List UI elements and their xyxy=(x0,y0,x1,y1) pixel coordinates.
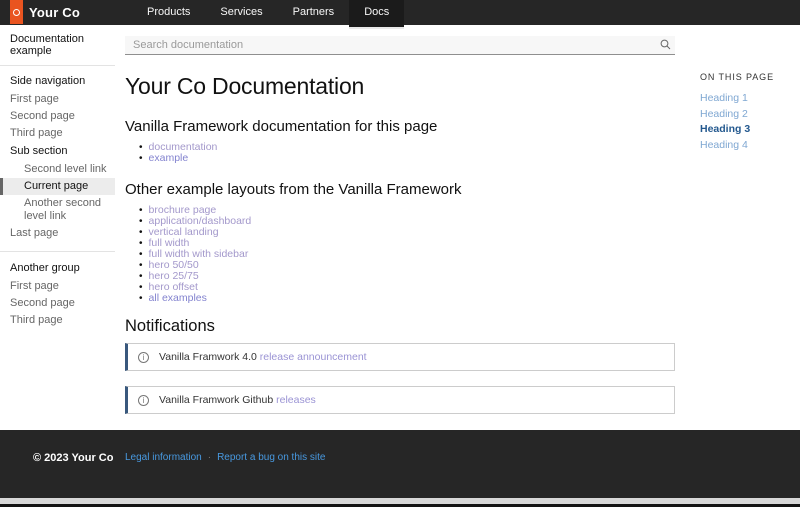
list-item: vertical landing xyxy=(139,227,675,238)
sidebar-item-first-page-2[interactable]: First page xyxy=(0,278,115,295)
section-heading-docs: Vanilla Framework documentation for this… xyxy=(125,119,675,135)
notification-text: Vanilla Framwork Github releases xyxy=(159,394,316,406)
info-icon: i xyxy=(138,352,149,363)
list-item: Heading 2 xyxy=(700,107,800,123)
nav-item-docs[interactable]: Docs xyxy=(349,0,404,29)
list-item: Heading 3 xyxy=(700,122,800,138)
main-content: Your Co Documentation Vanilla Framework … xyxy=(125,65,675,430)
toc-link-heading-1[interactable]: Heading 1 xyxy=(700,92,748,104)
section-heading-layouts: Other example layouts from the Vanilla F… xyxy=(125,182,675,198)
content-area: Side navigation First page Second page T… xyxy=(0,65,800,430)
link-release-announcement[interactable]: release announcement xyxy=(260,351,367,363)
list-item: application/dashboard xyxy=(139,216,675,227)
sidebar-item-second-page-2[interactable]: Second page xyxy=(0,295,115,312)
notification-release: i Vanilla Framwork 4.0 release announcem… xyxy=(125,343,675,371)
sidebar-item-first-page[interactable]: First page xyxy=(0,91,115,108)
sidebar-divider xyxy=(0,251,115,252)
brand-name[interactable]: Your Co xyxy=(29,5,80,20)
notification-label: Vanilla Framwork Github xyxy=(159,394,273,406)
notification-text: Vanilla Framwork 4.0 release announcemen… xyxy=(159,351,367,363)
nav-item-partners[interactable]: Partners xyxy=(278,0,350,25)
search-icon[interactable] xyxy=(655,39,675,50)
page-title: Your Co Documentation xyxy=(125,73,675,99)
toc-link-heading-2[interactable]: Heading 2 xyxy=(700,108,748,120)
toc-link-heading-3[interactable]: Heading 3 xyxy=(700,123,750,135)
list-item: full width with sidebar xyxy=(139,249,675,260)
side-navigation: Side navigation First page Second page T… xyxy=(0,65,115,430)
notification-github: i Vanilla Framwork Github releases xyxy=(125,386,675,414)
sidebar-group-heading-2: Another group xyxy=(0,259,115,278)
list-item: hero offset xyxy=(139,282,675,293)
sidebar-subsection-heading: Sub section xyxy=(0,142,115,161)
list-item: all examples xyxy=(139,293,675,304)
footer-separator: · xyxy=(208,452,211,463)
docs-link-list: documentation example xyxy=(139,142,675,164)
link-legal-information[interactable]: Legal information xyxy=(125,452,202,463)
nav-item-products[interactable]: Products xyxy=(132,0,205,25)
link-report-a-bug[interactable]: Report a bug on this site xyxy=(217,452,325,463)
subheader: Documentation example xyxy=(0,25,800,65)
sidebar-item-second-level-link[interactable]: Second level link xyxy=(0,161,115,178)
search-box xyxy=(125,36,675,55)
sidebar-item-third-page-2[interactable]: Third page xyxy=(0,312,115,329)
info-icon: i xyxy=(138,395,149,406)
top-navbar: Your Co Products Services Partners Docs xyxy=(0,0,800,25)
toc-heading: ON THIS PAGE xyxy=(700,72,800,82)
sidebar-item-third-page[interactable]: Third page xyxy=(0,125,115,142)
list-item: documentation xyxy=(139,142,675,153)
brand-logo[interactable] xyxy=(10,0,23,24)
nav-item-services[interactable]: Services xyxy=(205,0,277,25)
copyright: © 2023 Your Co xyxy=(33,452,125,464)
sidebar-item-second-page[interactable]: Second page xyxy=(0,108,115,125)
link-example[interactable]: example xyxy=(149,152,189,164)
logo-icon xyxy=(13,9,20,16)
notifications-heading: Notifications xyxy=(125,318,675,335)
nav-items: Products Services Partners Docs xyxy=(132,0,404,25)
sidebar-item-last-page[interactable]: Last page xyxy=(0,225,115,242)
sidebar-item-another-second-level-link[interactable]: Another second level link xyxy=(0,195,115,225)
toc-link-heading-4[interactable]: Heading 4 xyxy=(700,139,748,151)
footer-links: Legal information · Report a bug on this… xyxy=(125,452,325,463)
list-item: hero 25/75 xyxy=(139,271,675,282)
on-this-page: ON THIS PAGE Heading 1 Heading 2 Heading… xyxy=(700,65,800,430)
notification-label: Vanilla Framwork 4.0 xyxy=(159,351,257,363)
page: Your Co Products Services Partners Docs … xyxy=(0,0,800,507)
sidebar-group-heading: Side navigation xyxy=(0,72,115,91)
footer: © 2023 Your Co Legal information · Repor… xyxy=(0,430,800,498)
toc-list: Heading 1 Heading 2 Heading 3 Heading 4 xyxy=(700,91,800,153)
link-all-examples[interactable]: all examples xyxy=(149,292,207,304)
list-item: Heading 4 xyxy=(700,138,800,154)
list-item: example xyxy=(139,153,675,164)
sidebar-item-current-page[interactable]: Current page xyxy=(0,178,115,195)
doc-context-label: Documentation example xyxy=(0,33,115,57)
list-item: hero 50/50 xyxy=(139,260,675,271)
list-item: Heading 1 xyxy=(700,91,800,107)
search-input[interactable] xyxy=(125,39,655,51)
layouts-link-list: brochure page application/dashboard vert… xyxy=(139,205,675,304)
link-releases[interactable]: releases xyxy=(276,394,316,406)
